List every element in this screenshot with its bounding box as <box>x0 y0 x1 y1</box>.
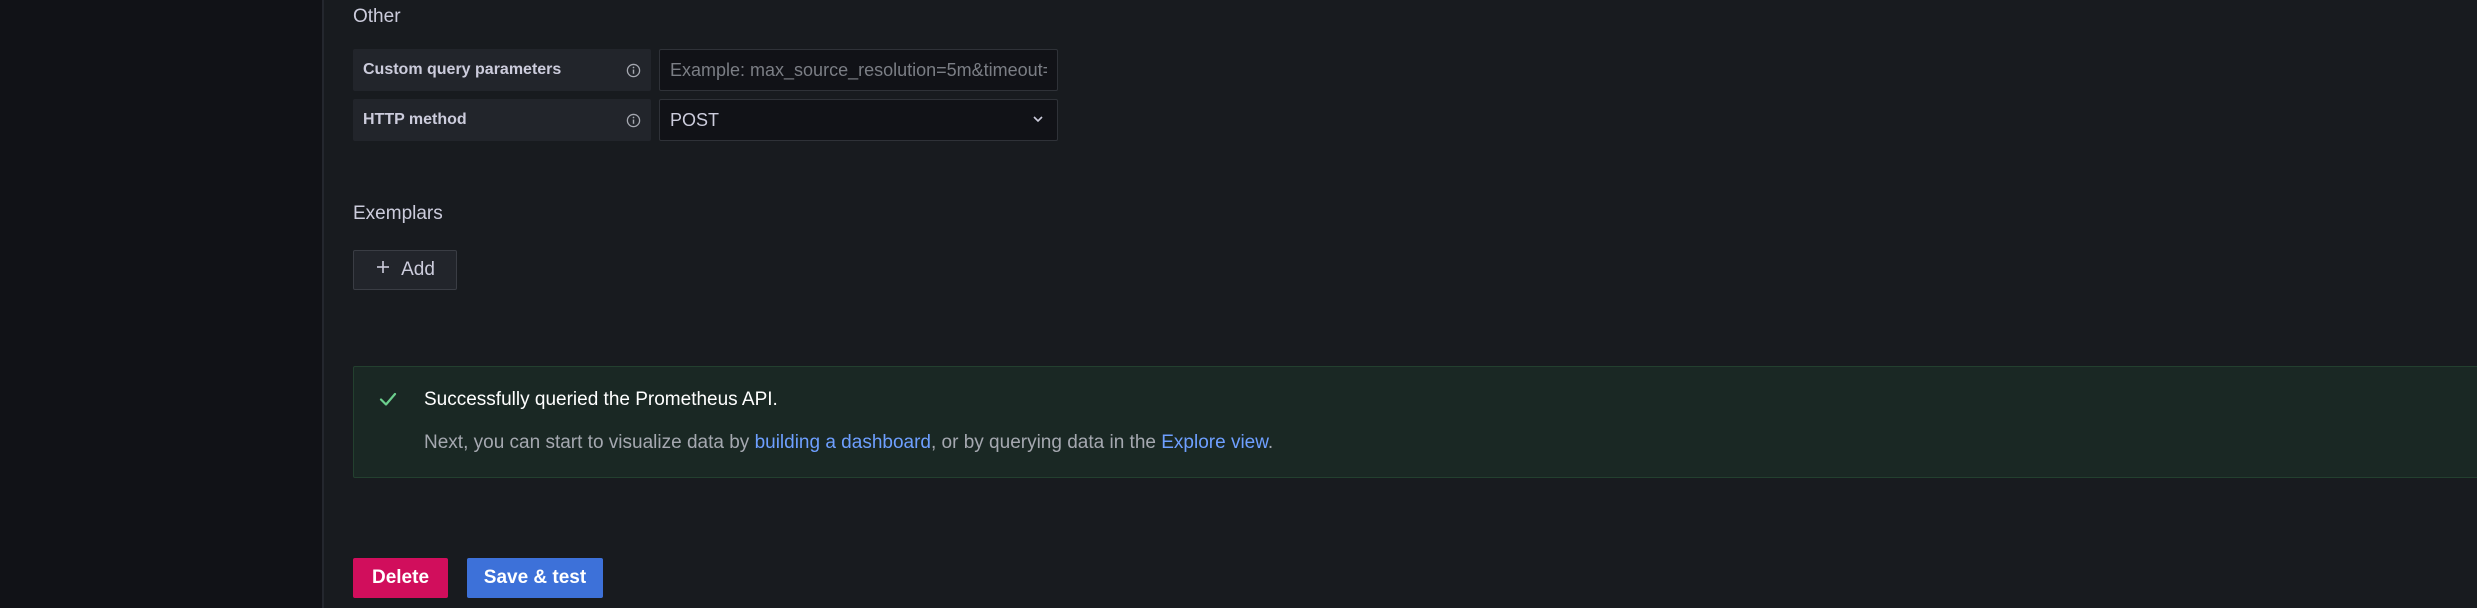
plus-icon <box>375 259 391 281</box>
http-method-label-text: HTTP method <box>363 111 467 128</box>
add-exemplar-button[interactable]: Add <box>353 250 457 290</box>
datasource-settings-panel: Other Custom query parameters HTTP metho… <box>324 0 2477 608</box>
http-method-selected-value: POST <box>670 109 720 130</box>
save-and-test-button[interactable]: Save & test <box>467 558 603 598</box>
http-method-select[interactable]: POST <box>659 99 1058 141</box>
alert-body-prefix: Next, you can start to visualize data by <box>424 432 755 453</box>
alert-body: Next, you can start to visualize data by… <box>424 432 1273 454</box>
add-exemplar-label: Add <box>401 259 435 280</box>
alert-title: Successfully queried the Prometheus API. <box>424 389 778 410</box>
custom-query-parameters-label-text: Custom query parameters <box>363 61 562 78</box>
info-icon[interactable] <box>625 62 641 78</box>
section-title-other: Other <box>353 6 401 27</box>
delete-button[interactable]: Delete <box>353 558 448 598</box>
check-icon <box>378 389 398 409</box>
building-dashboard-link[interactable]: building a dashboard <box>755 432 931 453</box>
info-icon[interactable] <box>625 112 641 128</box>
alert-body-middle: , or by querying data in the <box>930 432 1162 453</box>
success-alert: Successfully queried the Prometheus API.… <box>353 366 2477 478</box>
section-title-exemplars: Exemplars <box>353 203 443 224</box>
custom-query-parameters-label: Custom query parameters <box>353 49 651 91</box>
chevron-down-icon <box>1031 110 1045 131</box>
custom-query-parameters-input[interactable] <box>659 49 1058 91</box>
http-method-label: HTTP method <box>353 99 651 141</box>
alert-body-suffix: . <box>1267 432 1274 453</box>
explore-view-link[interactable]: Explore view <box>1161 432 1268 453</box>
navigation-rail <box>0 0 324 608</box>
